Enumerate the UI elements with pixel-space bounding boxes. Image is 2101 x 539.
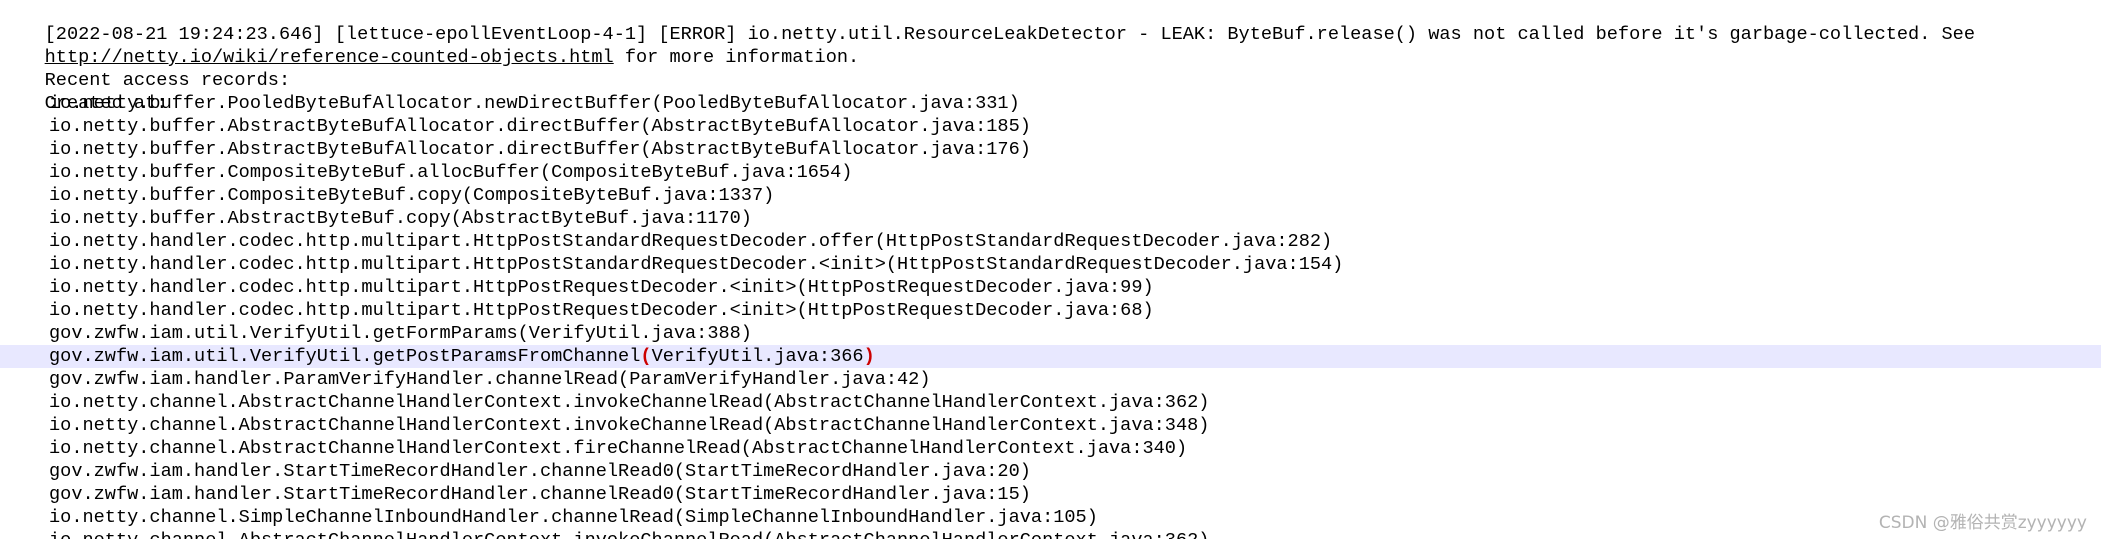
stack-frame-text: io.netty.buffer.CompositeByteBuf.copy(Co… <box>49 185 775 206</box>
stack-frame: io.netty.buffer.CompositeByteBuf.copy(Co… <box>0 184 2101 207</box>
log-header-line: [2022-08-21 19:24:23.646] [lettuce-epoll… <box>0 0 2101 45</box>
recent-access-line: Recent access records: <box>0 46 2101 91</box>
stack-frame: gov.zwfw.iam.handler.ParamVerifyHandler.… <box>0 368 2101 391</box>
log-link-line: http://netty.io/wiki/reference-counted-o… <box>0 23 2101 68</box>
created-at-line: Created at: <box>0 69 2101 114</box>
stack-frame: io.netty.buffer.AbstractByteBufAllocator… <box>0 138 2101 161</box>
stack-frame: io.netty.handler.codec.http.multipart.Ht… <box>0 276 2101 299</box>
highlighted-frame-method: gov.zwfw.iam.util.VerifyUtil.getPostPara… <box>49 346 641 367</box>
highlighted-frame-location: VerifyUtil.java:366 <box>651 346 864 367</box>
stack-frame: io.netty.buffer.AbstractByteBuf.copy(Abs… <box>0 207 2101 230</box>
stack-frame-text: io.netty.channel.AbstractChannelHandlerC… <box>49 438 1188 459</box>
stack-frame-text: io.netty.buffer.AbstractByteBufAllocator… <box>49 116 1031 137</box>
stack-frame-text: gov.zwfw.iam.handler.StartTimeRecordHand… <box>49 461 1031 482</box>
bracket-match-close: ) <box>863 346 875 367</box>
stack-frame-text: gov.zwfw.iam.util.VerifyUtil.getFormPara… <box>49 323 752 344</box>
stack-frame-text: io.netty.channel.SimpleChannelInboundHan… <box>49 507 1098 528</box>
csdn-watermark: CSDN @雅俗共赏zyyyyyy <box>1878 513 2087 533</box>
stack-frame: gov.zwfw.iam.util.VerifyUtil.getFormPara… <box>0 322 2101 345</box>
stack-frame-text: io.netty.handler.codec.http.multipart.Ht… <box>49 300 1154 321</box>
stack-frame: gov.zwfw.iam.handler.StartTimeRecordHand… <box>0 483 2101 506</box>
stack-frame: io.netty.handler.codec.http.multipart.Ht… <box>0 230 2101 253</box>
stack-frame: io.netty.channel.SimpleChannelInboundHan… <box>0 506 2101 529</box>
current-line-highlight[interactable]: gov.zwfw.iam.util.VerifyUtil.getPostPara… <box>0 345 2101 368</box>
stack-frame: io.netty.buffer.CompositeByteBuf.allocBu… <box>0 161 2101 184</box>
stack-frame-text: io.netty.buffer.AbstractByteBuf.copy(Abs… <box>49 208 752 229</box>
stack-frame: io.netty.handler.codec.http.multipart.Ht… <box>0 299 2101 322</box>
stack-frame-text: io.netty.channel.AbstractChannelHandlerC… <box>49 415 1210 436</box>
stack-frame: io.netty.channel.AbstractChannelHandlerC… <box>0 414 2101 437</box>
stack-frame-text: io.netty.handler.codec.http.multipart.Ht… <box>49 231 1333 252</box>
stack-frame-text: gov.zwfw.iam.handler.ParamVerifyHandler.… <box>49 369 931 390</box>
stack-frame-cutoff: io.netty.channel.AbstractChannelHandlerC… <box>0 529 2101 539</box>
stack-frame-text: io.netty.buffer.AbstractByteBufAllocator… <box>49 139 1031 160</box>
stack-frame-text: io.netty.handler.codec.http.multipart.Ht… <box>49 277 1154 298</box>
stack-frame: io.netty.channel.AbstractChannelHandlerC… <box>0 437 2101 460</box>
stack-frame: io.netty.buffer.PooledByteBufAllocator.n… <box>0 92 2101 115</box>
stack-frame: io.netty.channel.AbstractChannelHandlerC… <box>0 391 2101 414</box>
stack-frame-text: io.netty.buffer.CompositeByteBuf.allocBu… <box>49 162 853 183</box>
stack-frame: io.netty.handler.codec.http.multipart.Ht… <box>0 253 2101 276</box>
bracket-match-open: ( <box>640 346 652 367</box>
stack-frame-text: io.netty.channel.AbstractChannelHandlerC… <box>49 530 1209 539</box>
stack-frame-text: io.netty.buffer.PooledByteBufAllocator.n… <box>49 93 1020 114</box>
log-viewer[interactable]: [2022-08-21 19:24:23.646] [lettuce-epoll… <box>0 0 2101 539</box>
stack-frame-text: io.netty.handler.codec.http.multipart.Ht… <box>49 254 1344 275</box>
stack-frame-text: io.netty.channel.AbstractChannelHandlerC… <box>49 392 1210 413</box>
stack-frame: gov.zwfw.iam.handler.StartTimeRecordHand… <box>0 460 2101 483</box>
stack-frame-text: gov.zwfw.iam.handler.StartTimeRecordHand… <box>49 484 1031 505</box>
stack-frame: io.netty.buffer.AbstractByteBufAllocator… <box>0 115 2101 138</box>
